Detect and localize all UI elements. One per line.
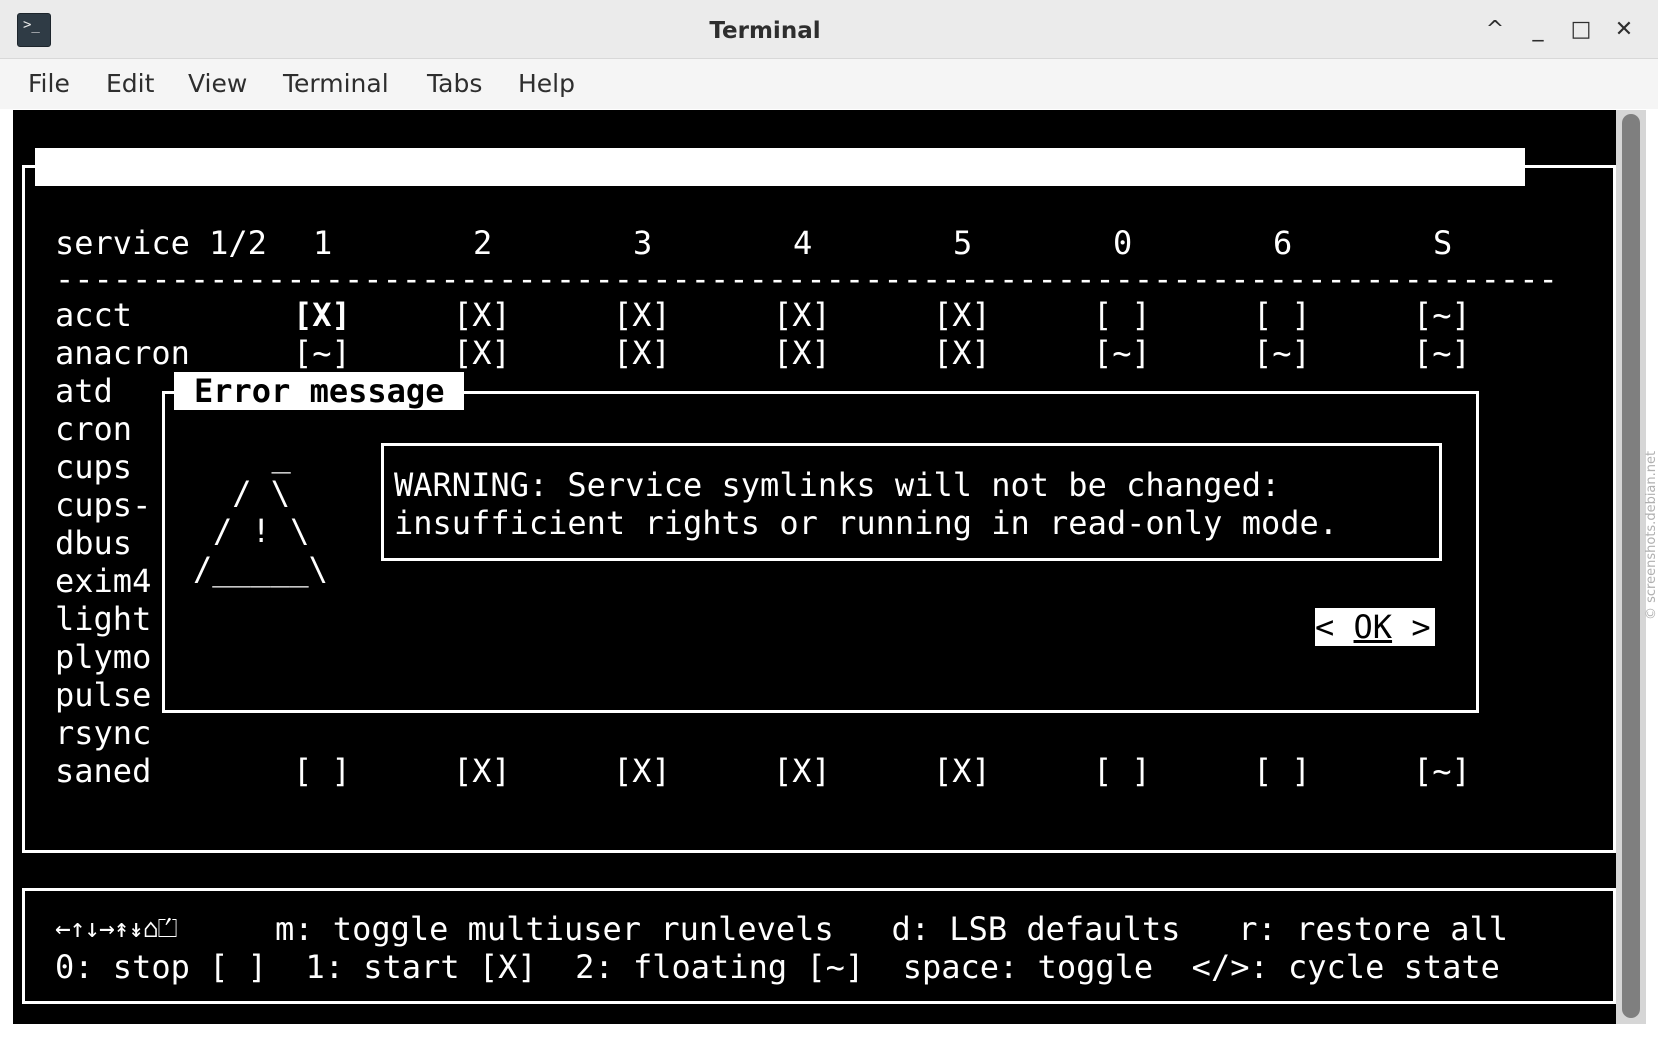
message-line-2: insufficient rights or running in read-o… xyxy=(394,504,1339,542)
cell-saned-5[interactable]: [X] xyxy=(933,752,991,790)
menu-bar: File Edit View Terminal Tabs Help xyxy=(0,59,1658,109)
menu-terminal[interactable]: Terminal xyxy=(283,59,389,109)
menu-edit[interactable]: Edit xyxy=(106,59,154,109)
menu-file[interactable]: File xyxy=(28,59,70,109)
cell-saned-1[interactable]: [ ] xyxy=(293,752,351,790)
cell-acct-3[interactable]: [X] xyxy=(613,296,671,334)
cell-saned-6[interactable]: [ ] xyxy=(1253,752,1311,790)
watermark: © screenshots.debian.net xyxy=(1644,450,1658,620)
service-name-cups-browsed[interactable]: cups- xyxy=(55,486,151,524)
cell-saned-0[interactable]: [ ] xyxy=(1093,752,1151,790)
scrollbar-thumb[interactable] xyxy=(1622,114,1640,1018)
cell-saned-S[interactable]: [~] xyxy=(1413,752,1471,790)
service-name-rsync[interactable]: rsync xyxy=(55,714,151,752)
service-name-acct[interactable]: acct xyxy=(55,296,132,334)
table-separator: ----------------------------------------… xyxy=(55,260,1558,298)
warning-icon-line-3: / ! \ xyxy=(213,512,310,550)
window-title: Terminal xyxy=(709,18,821,44)
runlevel-header-6: 6 xyxy=(1273,224,1293,262)
service-name-lightdm[interactable]: light xyxy=(55,600,151,638)
service-name-exim4[interactable]: exim4 xyxy=(55,562,151,600)
close-button[interactable]: ✕ xyxy=(1608,14,1640,46)
service-name-saned[interactable]: saned xyxy=(55,752,151,790)
service-name-anacron[interactable]: anacron xyxy=(55,334,190,372)
cell-anacron-2[interactable]: [X] xyxy=(453,334,511,372)
ok-button[interactable]: < OK > xyxy=(1315,608,1435,646)
service-name-dbus[interactable]: dbus xyxy=(55,524,132,562)
terminal-screen[interactable]: SysV Runlevel Config +/-: start/stop ser… xyxy=(13,110,1616,1024)
runlevel-header-3: 3 xyxy=(633,224,653,262)
cell-anacron-4[interactable]: [X] xyxy=(773,334,831,372)
menu-view[interactable]: View xyxy=(188,59,247,109)
message-line-1: WARNING: Service symlinks will not be ch… xyxy=(394,466,1281,504)
cell-anacron-0[interactable]: [~] xyxy=(1093,334,1151,372)
warning-icon-line-4: /_____\ xyxy=(193,550,328,588)
footer-line-1: m: toggle multiuser runlevels d: LSB def… xyxy=(275,910,1508,948)
menu-tabs[interactable]: Tabs xyxy=(427,59,482,109)
footer-line-2: 0: stop [ ] 1: start [X] 2: floating [~]… xyxy=(55,948,1500,986)
app-title: SysV Runlevel Config xyxy=(55,186,441,224)
cell-saned-4[interactable]: [X] xyxy=(773,752,831,790)
cell-acct-S[interactable]: [~] xyxy=(1413,296,1471,334)
cell-saned-3[interactable]: [X] xyxy=(613,752,671,790)
cell-acct-1[interactable]: [X] xyxy=(293,296,351,334)
service-name-atd[interactable]: atd xyxy=(55,372,113,410)
cell-anacron-6[interactable]: [~] xyxy=(1253,334,1311,372)
ok-label: OK xyxy=(1353,608,1393,646)
maximize-up-icon[interactable]: ^ xyxy=(1479,14,1511,46)
cell-saned-2[interactable]: [X] xyxy=(453,752,511,790)
cell-anacron-1[interactable]: [~] xyxy=(293,334,351,372)
runlevel-header-2: 2 xyxy=(473,224,493,262)
navigation-keys-icons: ←↑↓→↟↡⌂⏍ xyxy=(55,914,177,944)
service-name-cups[interactable]: cups xyxy=(55,448,132,486)
maximize-button[interactable]: □ xyxy=(1565,14,1597,46)
cell-acct-4[interactable]: [X] xyxy=(773,296,831,334)
runlevel-header-1: 1 xyxy=(313,224,333,262)
cell-acct-0[interactable]: [ ] xyxy=(1093,296,1151,334)
runlevel-header-5: 5 xyxy=(953,224,973,262)
runlevel-header-4: 4 xyxy=(793,224,813,262)
title-bar: >_ Terminal ^ _ □ ✕ xyxy=(0,0,1658,59)
minimize-button[interactable]: _ xyxy=(1522,14,1554,46)
service-name-plymouth[interactable]: plymo xyxy=(55,638,151,676)
runlevel-header-S: S xyxy=(1433,224,1453,262)
cell-anacron-5[interactable]: [X] xyxy=(933,334,991,372)
cell-anacron-S[interactable]: [~] xyxy=(1413,334,1471,372)
service-name-cron[interactable]: cron xyxy=(55,410,132,448)
cell-acct-5[interactable]: [X] xyxy=(933,296,991,334)
cell-anacron-3[interactable]: [X] xyxy=(613,334,671,372)
dialog-title: Error message xyxy=(174,372,465,410)
runlevel-header-0: 0 xyxy=(1113,224,1133,262)
warning-icon-line-1: _ xyxy=(233,436,291,474)
ok-bracket-right: > xyxy=(1392,608,1431,646)
cell-acct-6[interactable]: [ ] xyxy=(1253,296,1311,334)
cell-acct-2[interactable]: [X] xyxy=(453,296,511,334)
column-label: service 1/2 xyxy=(55,224,267,262)
service-name-pulseaudio[interactable]: pulse xyxy=(55,676,151,714)
header-bar: SysV Runlevel Config +/-: start/stop ser… xyxy=(35,148,1525,300)
header-hints: +/-: start/stop service now h: help q: q… xyxy=(526,224,1432,262)
warning-icon-line-2: / \ xyxy=(213,474,291,512)
ok-bracket-left: < xyxy=(1315,608,1354,646)
menu-help[interactable]: Help xyxy=(518,59,575,109)
